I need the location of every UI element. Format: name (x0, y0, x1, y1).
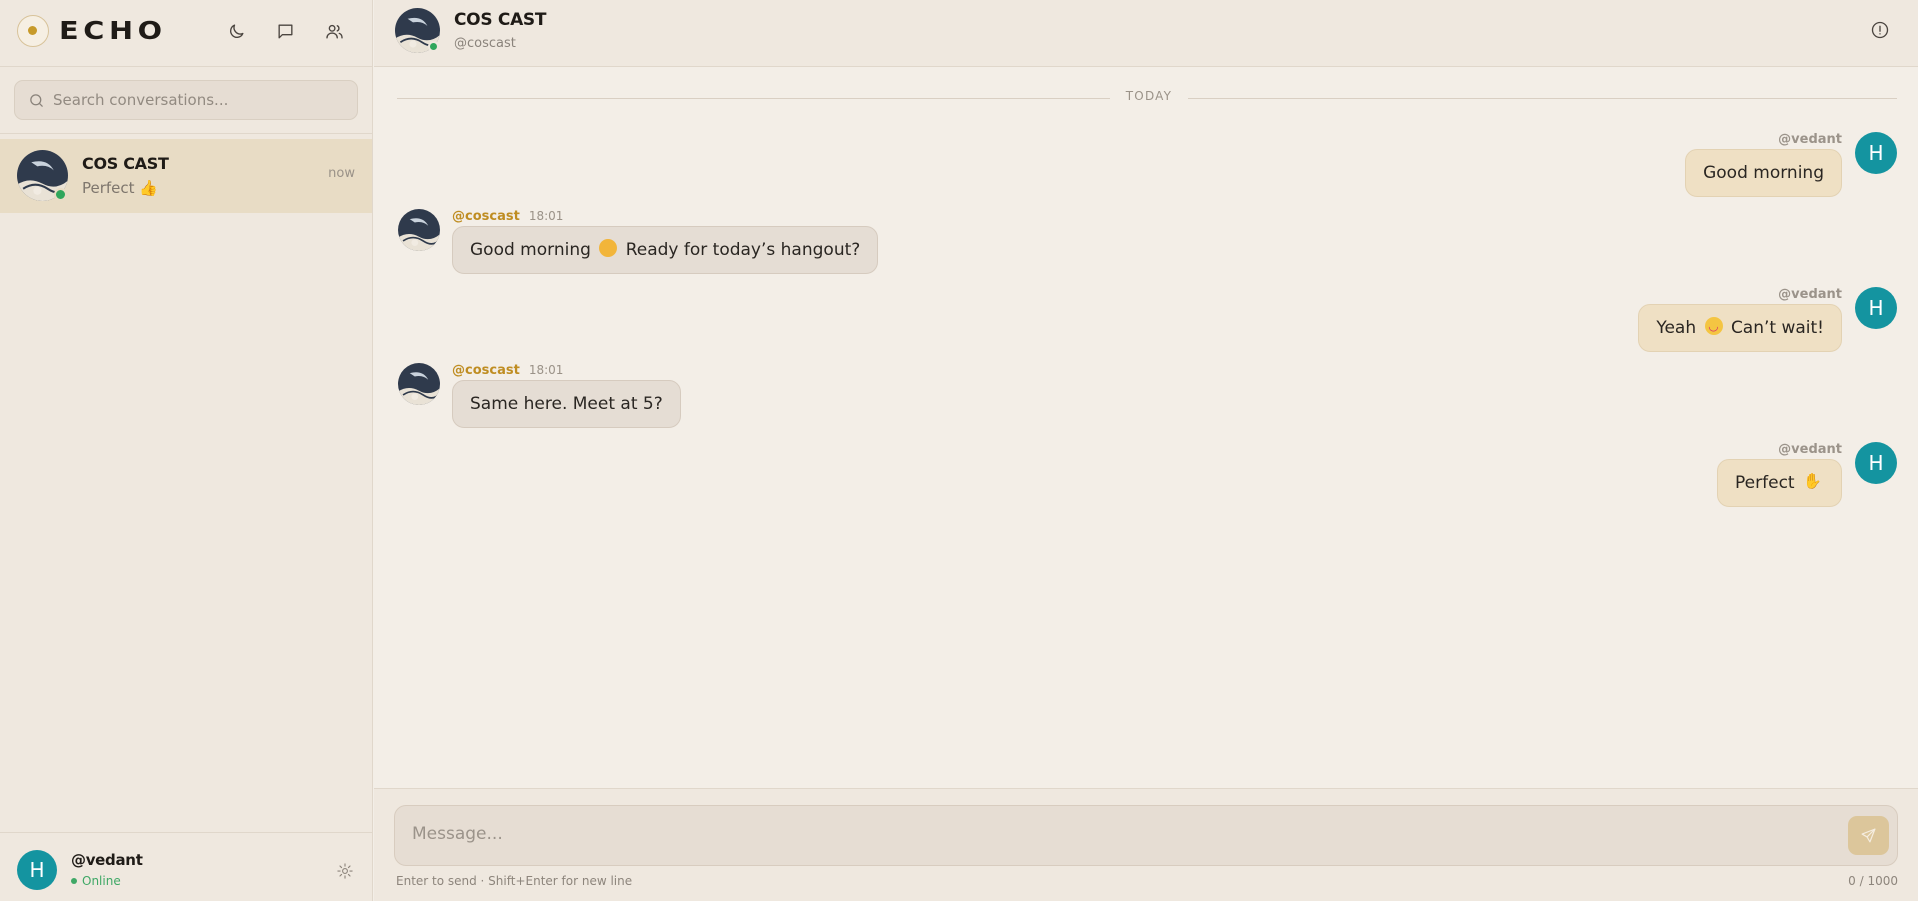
message-bubble[interactable]: Perfect ✋ (1717, 459, 1842, 507)
message-incoming: @coscast 18:01 Same here. Meet at 5? (452, 363, 681, 428)
chat-handle: @coscast (454, 36, 516, 51)
online-indicator (428, 41, 439, 52)
message-text: Can’t wait! (1730, 318, 1824, 338)
search-icon (28, 92, 45, 109)
logo-icon (17, 15, 49, 47)
conversation-name: COS CAST (82, 154, 169, 173)
avatar[interactable]: H (1855, 132, 1897, 174)
chats-button[interactable] (272, 18, 298, 44)
message-text: Yeah (1656, 318, 1697, 338)
character-counter: 0 / 1000 (1848, 874, 1898, 888)
conversation-preview: Perfect 👍 (82, 179, 158, 197)
chat-icon (277, 23, 293, 39)
message-input[interactable] (412, 824, 1812, 850)
composer-hint: Enter to send · Shift+Enter for new line (396, 874, 633, 888)
message-author: @vedant (1778, 442, 1842, 457)
profile-footer: H @vedant Online (0, 832, 372, 901)
search-box (14, 80, 358, 120)
message-text: Good morning (470, 240, 591, 260)
message-author: @vedant (1778, 287, 1842, 302)
avatar[interactable]: H (1855, 287, 1897, 329)
users-icon (325, 24, 343, 39)
sidebar-header: ECHO (0, 0, 372, 67)
sender-avatar[interactable] (398, 209, 440, 251)
avatar[interactable]: H (1855, 442, 1897, 484)
avatar[interactable]: H (17, 850, 57, 890)
message-bubble[interactable]: Good morning (1685, 149, 1842, 197)
message-outgoing: @vedant Yeah ◡ Can’t wait! (1638, 287, 1842, 352)
message-bubble[interactable]: Same here. Meet at 5? (452, 380, 681, 428)
contacts-button[interactable] (321, 18, 347, 44)
info-icon (1871, 21, 1889, 39)
search-input[interactable] (53, 81, 348, 119)
message-incoming: @coscast 18:01 Good morning ● Ready for t… (452, 209, 879, 274)
message-author: @coscast (452, 209, 520, 224)
sun-emoji-icon: ● (599, 239, 618, 257)
profile-handle: @vedant (71, 851, 143, 869)
sidebar: ECHO Search conversations... COS CAST Pe… (0, 0, 373, 901)
message-author: @vedant (1778, 132, 1842, 147)
message-list: TODAY @vedant Good morning H @coscast 18:… (374, 68, 1918, 788)
info-button[interactable] (1870, 20, 1890, 40)
send-button[interactable] (1848, 816, 1889, 855)
message-text: Perfect (1735, 473, 1795, 493)
message-bubble[interactable]: Yeah ◡ Can’t wait! (1638, 304, 1842, 352)
composer-box (394, 805, 1898, 866)
sender-avatar[interactable] (398, 363, 440, 405)
message-author: @coscast (452, 363, 520, 378)
app-logo-text: ECHO (59, 16, 167, 45)
message-outgoing: @vedant Good morning (1685, 132, 1842, 197)
message-time: 18:01 (528, 363, 564, 377)
profile-status: Online (71, 874, 121, 888)
composer: Enter to send · Shift+Enter for new line… (374, 788, 1918, 901)
online-indicator (54, 188, 67, 201)
profile-status-text: Online (82, 874, 121, 888)
settings-button[interactable] (336, 862, 354, 880)
theme-toggle-button[interactable] (223, 18, 249, 44)
send-icon (1861, 828, 1876, 843)
message-time: 18:01 (528, 209, 564, 223)
chat-avatar[interactable] (395, 8, 440, 53)
sidebar-divider (0, 133, 372, 134)
chat-header: COS CAST @coscast (374, 0, 1918, 67)
conversation-item[interactable]: COS CAST Perfect 👍 now (0, 139, 372, 213)
day-separator-label: TODAY (1110, 89, 1188, 103)
message-text: Ready for today’s hangout? (625, 240, 861, 260)
conversation-avatar (17, 150, 68, 201)
grin-emoji-icon: ◡ (1704, 317, 1723, 335)
message-bubble[interactable]: Good morning ● Ready for today’s hangout… (452, 226, 879, 274)
thumbs-up-emoji-icon: ✋ (1803, 472, 1822, 490)
chat-panel: COS CAST @coscast TODAY @vedant Good mor… (374, 0, 1918, 901)
chat-title: COS CAST (454, 10, 547, 30)
conversation-time: now (328, 166, 355, 181)
settings-icon (337, 863, 353, 879)
moon-icon (229, 23, 244, 38)
message-outgoing: @vedant Perfect ✋ (1717, 442, 1842, 507)
status-dot (71, 877, 77, 884)
